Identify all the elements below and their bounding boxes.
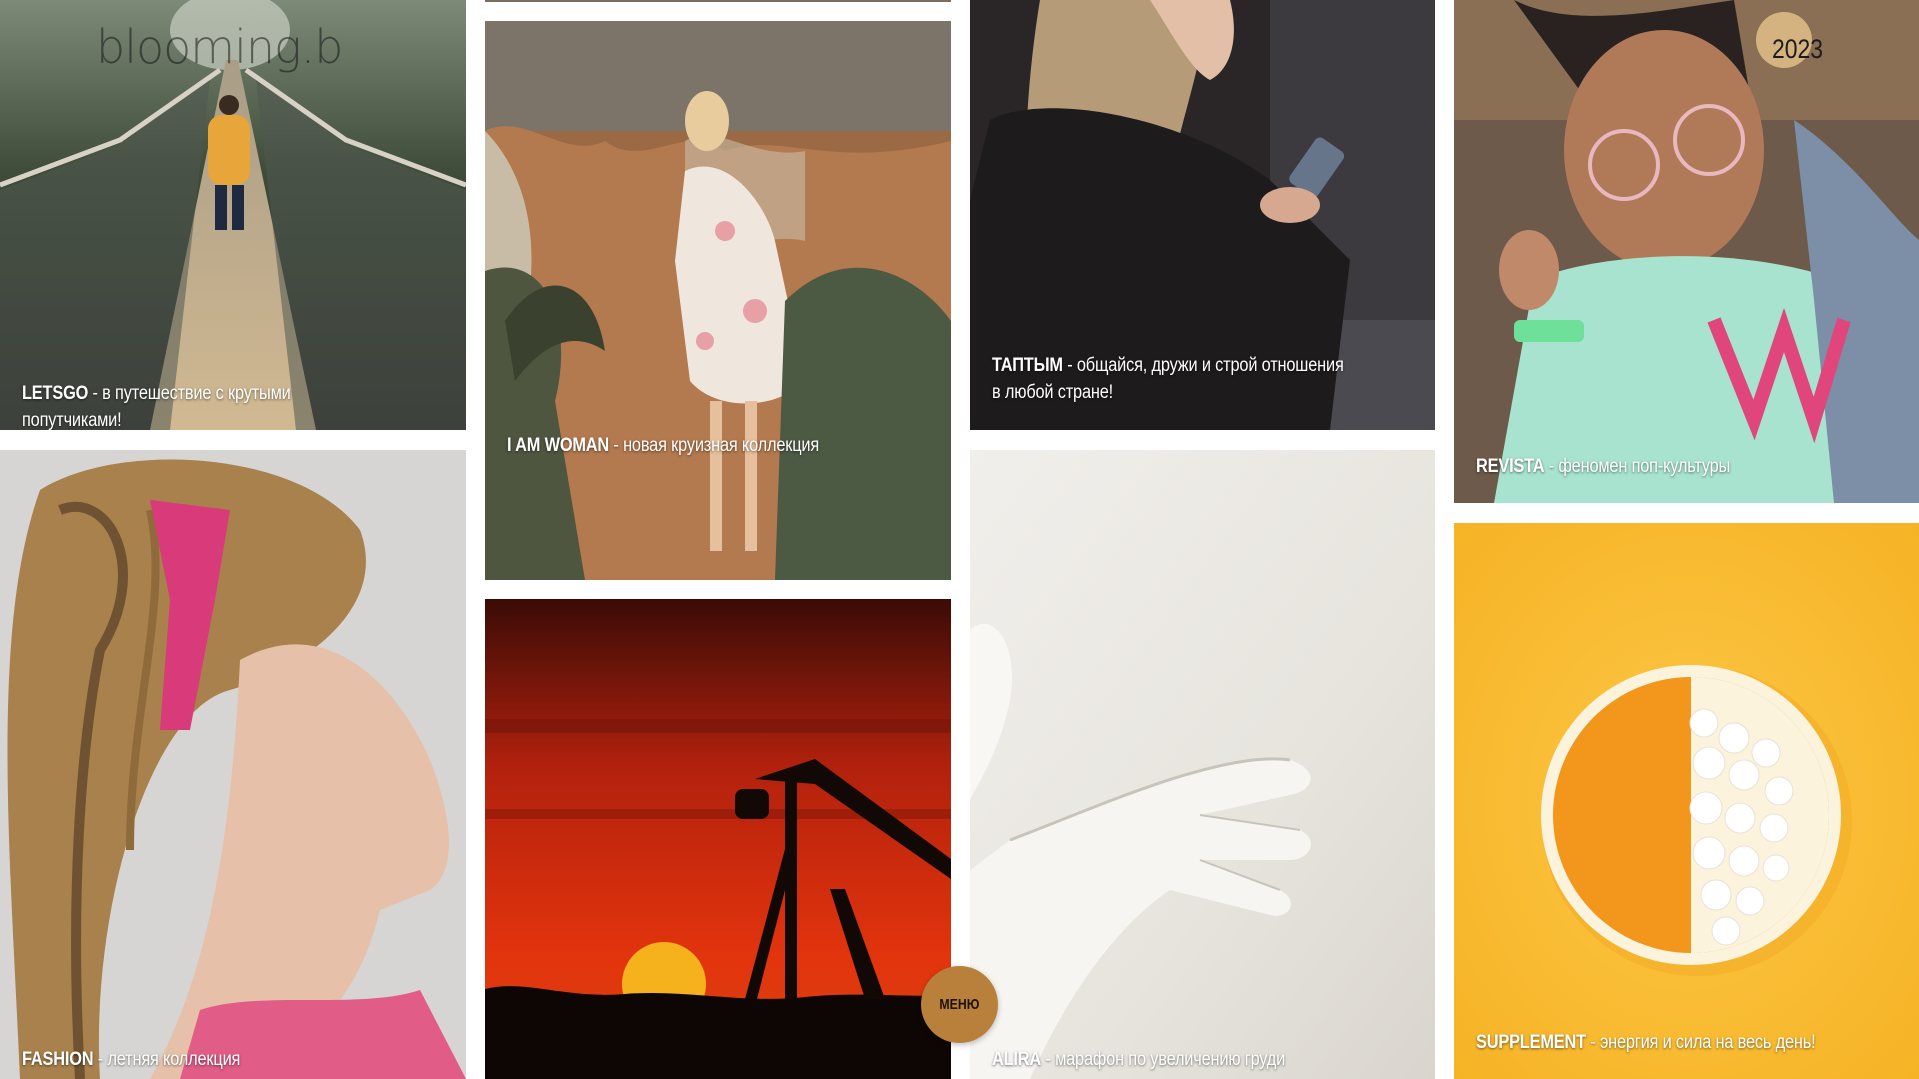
tile-oil[interactable] <box>485 599 951 1079</box>
tile-fashion[interactable]: FASHION - летняя коллекция <box>0 450 466 1079</box>
tile-title: SUPPLEMENT <box>1476 1032 1586 1053</box>
tile-caption: LETSGO - в путешествие с крутыми попутчи… <box>22 380 385 430</box>
woman-floral-dress-photo <box>485 21 951 580</box>
tile-caption: I AM WOMAN - новая круизная коллекция <box>507 432 870 459</box>
oil-pump-sunset-photo <box>485 599 951 1079</box>
tile-title: LETSGO <box>22 383 89 404</box>
tile-description: - энергия и сила на весь день! <box>1585 1032 1816 1053</box>
tile-title: FASHION <box>22 1049 94 1070</box>
tile-alira[interactable]: ALIRA - марафон по увеличению груди <box>970 450 1435 1079</box>
tile-partial-top <box>485 0 951 2</box>
tile-description: - марафон по увеличению груди <box>1041 1049 1286 1070</box>
year-label: 2023 <box>1772 34 1824 64</box>
tile-caption: SUPPLEMENT - энергия и сила на весь день… <box>1476 1029 1838 1056</box>
tile-taptym[interactable]: ТАПТЫМ - общайся, дружи и строй отношени… <box>970 0 1435 430</box>
plaster-sculpture-photo <box>970 450 1435 1079</box>
tile-title: REVISTA <box>1476 456 1545 477</box>
tile-iamwoman[interactable]: I AM WOMAN - новая круизная коллекция <box>485 21 951 580</box>
tile-description: - новая круизная коллекция <box>609 435 820 456</box>
menu-button-label: МЕНЮ <box>939 996 980 1013</box>
brand-logo[interactable]: blooming.b <box>96 20 343 74</box>
woman-dreadlocks-photo <box>0 450 466 1079</box>
tile-caption: ALIRA - марафон по увеличению груди <box>992 1046 1354 1073</box>
tile-description: - летняя коллекция <box>93 1049 241 1070</box>
tile-caption: ТАПТЫМ - общайся, дружи и строй отношени… <box>992 352 1354 406</box>
tile-revista[interactable]: REVISTA - феномен поп-культуры <box>1454 0 1919 503</box>
tile-title: ТАПТЫМ <box>992 355 1063 376</box>
tile-title: I AM WOMAN <box>507 435 610 456</box>
tile-supplement[interactable]: SUPPLEMENT - энергия и сила на весь день… <box>1454 523 1919 1079</box>
orange-pills-photo <box>1454 523 1919 1079</box>
tile-title: ALIRA <box>992 1049 1042 1070</box>
woman-glasses-photo <box>1454 0 1919 503</box>
tile-caption: FASHION - летняя коллекция <box>22 1046 385 1073</box>
tile-caption: REVISTA - феномен поп-культуры <box>1476 453 1838 480</box>
menu-button[interactable]: МЕНЮ <box>921 966 998 1043</box>
tile-description: - феномен поп-культуры <box>1544 456 1731 477</box>
